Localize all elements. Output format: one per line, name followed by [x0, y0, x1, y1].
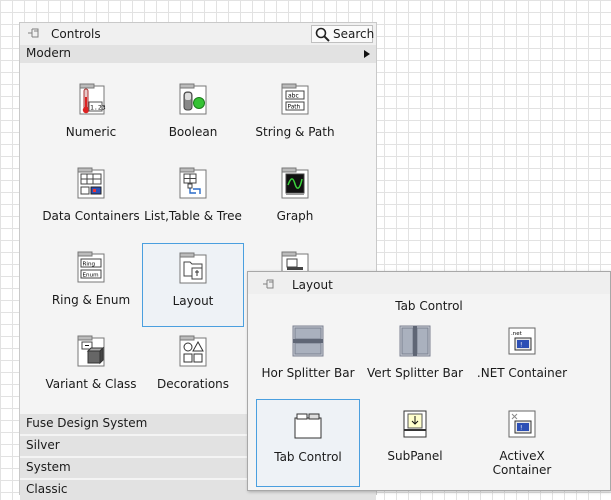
- item-label: String & Path: [255, 125, 335, 139]
- svg-text:Path: Path: [288, 105, 301, 111]
- category-label: System: [26, 460, 71, 474]
- palette-item-graph[interactable]: Graph: [244, 159, 346, 243]
- palette-item-layout[interactable]: Layout: [142, 243, 244, 327]
- palette-item-subpanel[interactable]: SubPanel: [363, 399, 467, 487]
- item-label: Tab Control: [274, 450, 342, 464]
- item-label: Decorations: [156, 377, 230, 391]
- string-path-icon: abc Path: [281, 83, 309, 115]
- boolean-icon: [179, 83, 207, 115]
- graph-icon: [281, 167, 309, 199]
- item-label: Numeric: [65, 125, 117, 139]
- vert-splitter-icon: [399, 325, 431, 357]
- palette-item-hor-splitter-bar[interactable]: Hor Splitter Bar: [256, 316, 360, 404]
- palette-item-list-table-tree[interactable]: List,Table & Tree: [142, 159, 244, 243]
- subpanel-icon: [403, 410, 427, 438]
- expand-arrow-icon[interactable]: [364, 50, 370, 58]
- palette-item-numeric[interactable]: 1.23 Numeric: [40, 75, 142, 159]
- numeric-icon: 1.23: [79, 83, 106, 115]
- item-label: SubPanel: [387, 449, 443, 463]
- category-label: Classic: [26, 482, 68, 496]
- svg-text:.net: .net: [511, 331, 523, 337]
- item-label: .NET Container: [476, 366, 568, 380]
- layout-icon: [179, 252, 207, 284]
- item-label: Ring & Enum: [51, 293, 131, 307]
- item-label: Data Containers: [42, 209, 140, 223]
- item-label: Boolean: [168, 125, 218, 139]
- item-label: ActiveX Container: [492, 449, 552, 477]
- layout-subpalette-title-bar[interactable]: Layout: [248, 272, 610, 294]
- palette-item-dotnet-container[interactable]: .net ! .NET Container: [470, 316, 574, 404]
- hover-caption: Tab Control: [395, 299, 463, 313]
- item-label: Graph: [276, 209, 314, 223]
- palette-item-vert-splitter-bar[interactable]: Vert Splitter Bar: [363, 316, 467, 404]
- activex-container-icon: !: [508, 410, 536, 438]
- svg-text:1.23: 1.23: [90, 104, 106, 112]
- search-icon: [315, 27, 330, 42]
- dotnet-container-icon: .net !: [508, 327, 536, 355]
- category-label: Silver: [26, 438, 60, 452]
- controls-palette-title: Controls: [51, 27, 101, 41]
- palette-item-decorations[interactable]: Decorations: [142, 327, 244, 411]
- list-table-tree-icon: [179, 167, 207, 199]
- palette-item-ring-enum[interactable]: Ring Enum Ring & Enum: [40, 243, 142, 327]
- category-label: Fuse Design System: [26, 416, 148, 430]
- palette-item-data-containers[interactable]: Data Containers: [40, 159, 142, 243]
- item-label: Hor Splitter Bar: [261, 366, 355, 380]
- item-label: Variant & Class: [45, 377, 137, 391]
- item-label: Layout: [172, 294, 214, 308]
- layout-subpalette-title: Layout: [292, 278, 333, 292]
- variant-class-icon: [77, 335, 105, 367]
- svg-text:Enum: Enum: [83, 273, 99, 279]
- pin-icon[interactable]: [27, 26, 41, 40]
- svg-text:!: !: [520, 342, 522, 349]
- item-label: List,Table & Tree: [144, 209, 242, 223]
- palette-item-tab-control[interactable]: Tab Control: [256, 399, 360, 487]
- palette-item-activex-container[interactable]: ! ActiveX Container: [470, 399, 574, 487]
- palette-item-variant-class[interactable]: Variant & Class: [40, 327, 142, 411]
- pin-icon[interactable]: [262, 277, 276, 291]
- tab-control-icon: [294, 413, 322, 439]
- layout-subpalette: Layout Tab Control Hor Splitter Bar Vert…: [247, 271, 611, 491]
- svg-text:Ring: Ring: [83, 262, 96, 268]
- category-modern-label: Modern: [26, 46, 72, 60]
- palette-item-boolean[interactable]: Boolean: [142, 75, 244, 159]
- ring-enum-icon: Ring Enum: [77, 251, 105, 283]
- category-modern[interactable]: Modern: [20, 45, 376, 63]
- controls-palette-title-bar[interactable]: Controls Search: [20, 23, 376, 45]
- data-containers-icon: [77, 167, 105, 199]
- search-button[interactable]: Search: [311, 25, 375, 43]
- svg-text:abc: abc: [288, 93, 299, 100]
- hor-splitter-icon: [292, 325, 324, 357]
- svg-text:!: !: [520, 425, 522, 432]
- search-button-label: Search: [333, 27, 375, 41]
- decorations-icon: [179, 335, 207, 367]
- item-label: Vert Splitter Bar: [366, 366, 464, 380]
- palette-item-string-path[interactable]: abc Path String & Path: [244, 75, 346, 159]
